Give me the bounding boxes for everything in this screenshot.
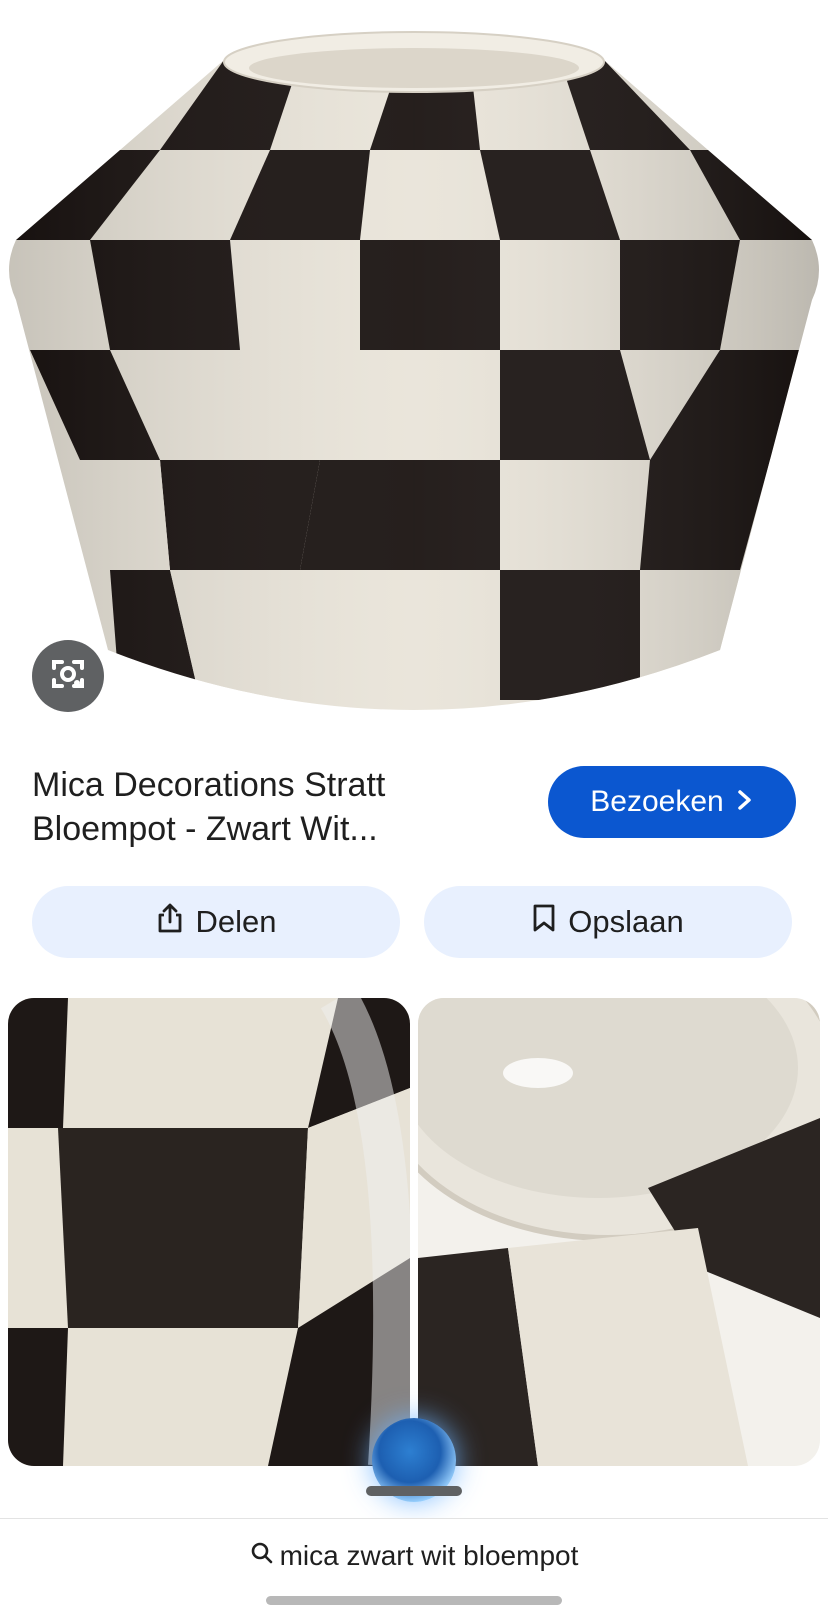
share-button[interactable]: Delen [32,886,400,958]
scroll-handle [366,1486,462,1496]
related-image-2[interactable] [418,998,820,1466]
product-image[interactable] [0,0,828,755]
chevron-right-icon [736,785,754,819]
result-title[interactable]: Mica Decorations Stratt Bloempot - Zwart… [32,763,502,851]
visit-button[interactable]: Bezoeken [548,766,796,838]
share-icon [156,902,184,942]
share-button-label: Delen [195,904,277,939]
home-indicator[interactable] [266,1596,562,1605]
save-button-label: Opslaan [568,904,684,939]
bookmark-icon [532,903,556,941]
related-image-1[interactable] [8,998,410,1466]
search-icon [250,1540,274,1572]
search-query[interactable]: mica zwart wit bloempot [0,1540,828,1572]
google-lens-button[interactable] [32,640,104,712]
google-lens-icon [48,654,88,699]
visit-button-label: Bezoeken [590,785,724,818]
save-button[interactable]: Opslaan [424,886,792,958]
search-query-text: mica zwart wit bloempot [279,1540,579,1571]
